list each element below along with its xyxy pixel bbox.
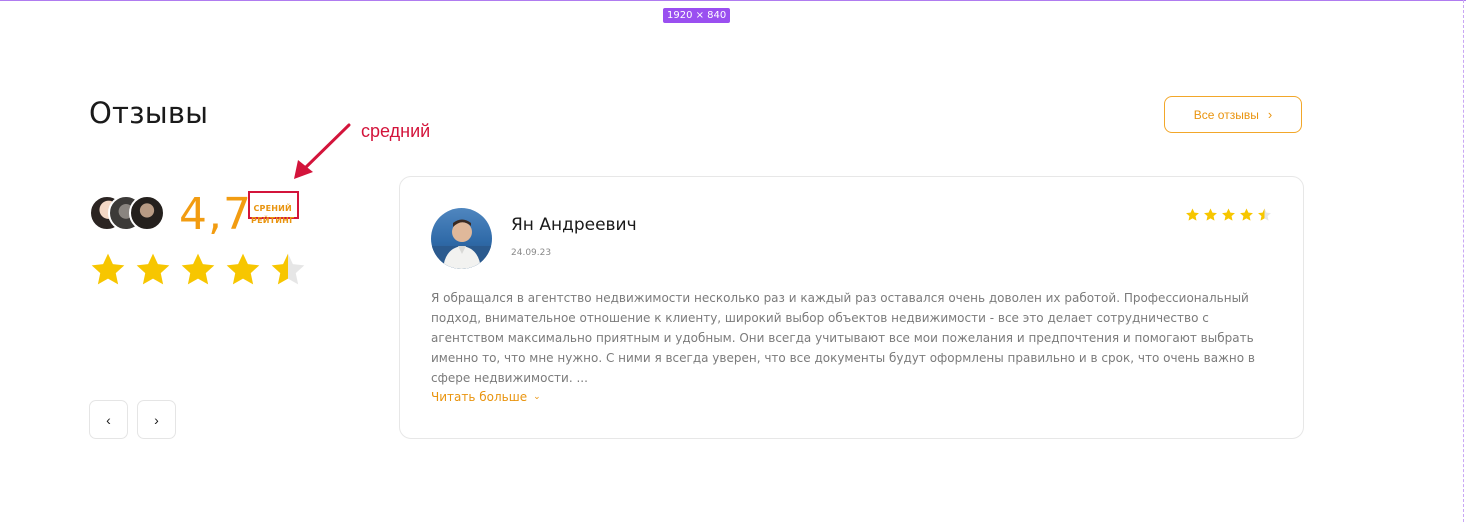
carousel-prev-button[interactable]: ‹ [89,400,128,439]
star-icon [271,253,305,285]
average-rating-stars [89,250,307,288]
average-rating-value: 4,7 [179,189,252,240]
all-reviews-label: Все отзывы [1193,107,1259,122]
star-icon [226,253,260,285]
frame-right-guide [1463,0,1464,522]
reviewer-name: Ян Андреевич [511,215,637,235]
star-icon [1258,208,1271,221]
frame-size-badge: 1920 × 840 [663,8,731,23]
review-text: Я обращался в агентство недвижимости нес… [431,291,1255,385]
annotation-arrow-icon [294,123,351,179]
star-icon [1240,208,1253,221]
star-icon [181,253,215,285]
frame-top-guide [0,0,1466,1]
chevron-right-icon: › [1267,107,1273,122]
chevron-down-icon: ⌄ [533,392,541,402]
star-icon [1186,208,1199,221]
rating-caption-line1: СРЕНИЙ [253,204,292,213]
star-icon [136,253,170,285]
carousel-next-button[interactable]: › [137,400,176,439]
read-more-link[interactable]: Читать больше ⌄ [431,390,541,404]
annotation-label: средний [361,121,431,141]
review-card: Ян Андреевич 24.09.23 Я обращался в аген… [399,176,1304,439]
reviewer-avatar [431,208,492,269]
star-icon [1222,208,1235,221]
average-rating-caption: СРЕНИЙ РЕЙТИНГ [251,203,294,227]
section-title: Отзывы [89,96,209,130]
all-reviews-button[interactable]: Все отзывы › [1164,96,1302,133]
read-more-label: Читать больше [431,390,528,404]
avatar [129,195,165,231]
review-rating-stars [1185,207,1272,222]
rating-caption-line2: РЕЙТИНГ [251,216,295,225]
chevron-left-icon: ‹ [106,411,111,428]
star-icon [91,253,125,285]
chevron-right-icon: › [154,411,159,428]
star-icon [1204,208,1217,221]
page-frame: 1920 × 840 Отзывы Все отзывы › средний 4… [0,0,1466,522]
reviewer-avatars [89,195,169,233]
review-date: 24.09.23 [511,248,552,258]
person-photo-icon [431,219,492,269]
